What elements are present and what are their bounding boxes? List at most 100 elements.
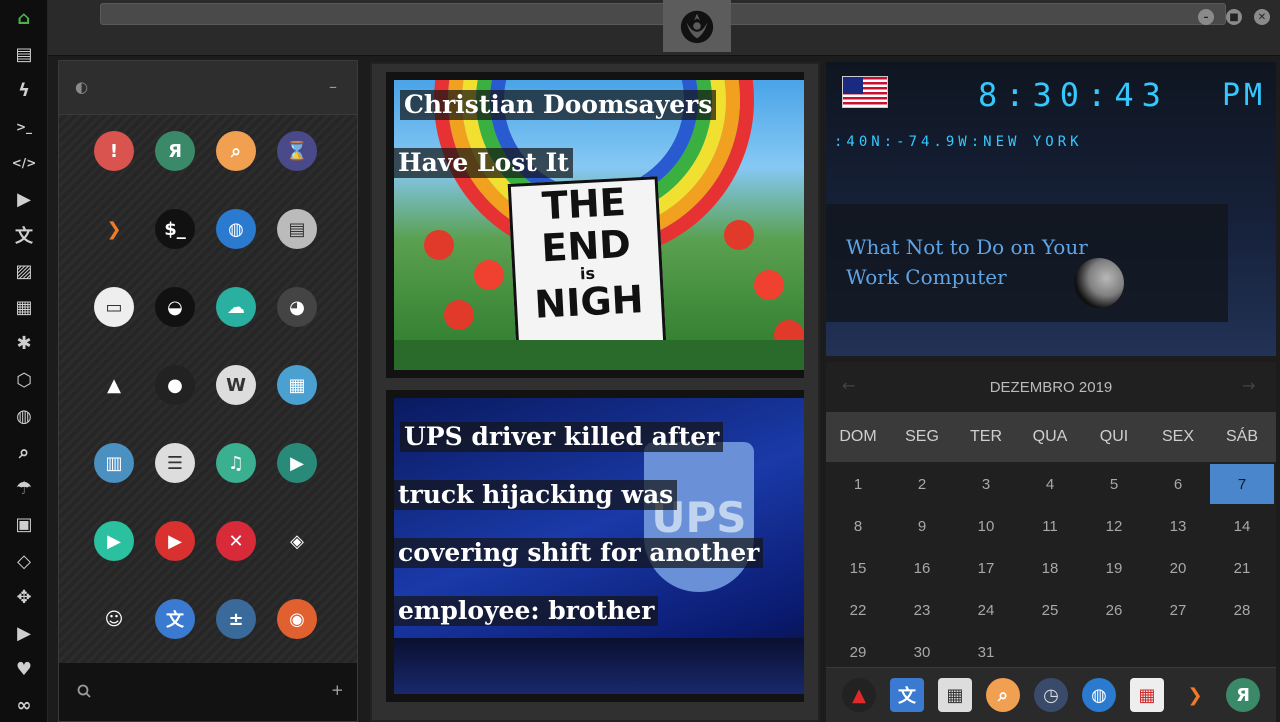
code-icon[interactable]: </>: [10, 149, 38, 177]
world-map-icon[interactable]: ▦: [277, 365, 317, 405]
contrast-toggle-icon[interactable]: ◐: [75, 78, 88, 96]
calendar-day[interactable]: 21: [1210, 548, 1274, 588]
calendar-day[interactable]: 15: [826, 548, 890, 588]
calendar-day[interactable]: 26: [1082, 590, 1146, 630]
hourglass-icon[interactable]: ⌛: [277, 131, 317, 171]
infinity-icon[interactable]: ∞: [10, 692, 38, 720]
news-card[interactable]: THE END is NIGH Christian Doomsayers Hav…: [386, 72, 804, 378]
calendar-day[interactable]: 30: [890, 632, 954, 672]
youtube-icon[interactable]: ▶: [10, 619, 38, 647]
shell-icon[interactable]: $_: [155, 209, 195, 249]
news-headline-line[interactable]: Have Lost It: [394, 148, 573, 178]
warning-icon[interactable]: !: [94, 131, 134, 171]
calendar-day[interactable]: 13: [1146, 506, 1210, 546]
hexagon-icon[interactable]: ⬡: [10, 366, 38, 394]
calendar-day[interactable]: 19: [1082, 548, 1146, 588]
calendar-day[interactable]: 20: [1146, 548, 1210, 588]
calendar-day[interactable]: 2: [890, 464, 954, 504]
globe-icon[interactable]: ◍: [216, 209, 256, 249]
youtube-app-icon[interactable]: ▶: [155, 521, 195, 561]
photo-icon[interactable]: ◉: [277, 599, 317, 639]
news-reader-icon[interactable]: ▦: [938, 678, 972, 712]
calendar-day[interactable]: 10: [954, 506, 1018, 546]
window-icon[interactable]: ▭: [94, 287, 134, 327]
translate-app-icon[interactable]: 文: [155, 599, 195, 639]
prompt-icon[interactable]: ❯: [94, 209, 134, 249]
star-trek-icon[interactable]: ▲: [94, 365, 134, 405]
home-icon[interactable]: ⌂: [10, 4, 38, 32]
tag-icon[interactable]: ◇: [10, 547, 38, 575]
music-icon[interactable]: ♫: [216, 443, 256, 483]
notebook-icon[interactable]: ☰: [155, 443, 195, 483]
news-headline-line[interactable]: employee: brother: [394, 596, 659, 626]
yandex-icon[interactable]: Я: [1226, 678, 1260, 712]
globe-icon[interactable]: ◍: [1082, 678, 1116, 712]
news-headline-line[interactable]: covering shift for another: [394, 538, 764, 568]
ubuntu-icon[interactable]: ◒: [155, 287, 195, 327]
library-icon[interactable]: ▥: [94, 443, 134, 483]
expand-icon[interactable]: ✥: [10, 583, 38, 611]
calendar-day[interactable]: 9: [890, 506, 954, 546]
launcher-minimize-button[interactable]: –: [329, 77, 337, 96]
bolt-icon[interactable]: ϟ: [10, 76, 38, 104]
cloud-lock-icon[interactable]: ☁: [216, 287, 256, 327]
calendar-day[interactable]: 6: [1146, 464, 1210, 504]
news-headline-line[interactable]: Christian Doomsayers: [400, 90, 717, 120]
calendar-day[interactable]: 16: [890, 548, 954, 588]
calendar-prev-button[interactable]: ←: [842, 376, 855, 395]
news-headline-line[interactable]: truck hijacking was: [394, 480, 678, 510]
calendar-next-button[interactable]: →: [1242, 376, 1255, 395]
prompt-icon[interactable]: ❯: [1178, 678, 1212, 712]
close-app-icon[interactable]: ✕: [216, 521, 256, 561]
minimize-window-button[interactable]: –: [1198, 9, 1214, 25]
contacts-icon[interactable]: ▣: [10, 511, 38, 539]
heart-icon[interactable]: ♥: [10, 656, 38, 684]
calendar-day[interactable]: 25: [1018, 590, 1082, 630]
wikipedia-icon[interactable]: W: [216, 365, 256, 405]
translate-icon[interactable]: 文: [890, 678, 924, 712]
calendar-day[interactable]: 17: [954, 548, 1018, 588]
maximize-window-button[interactable]: ■: [1226, 9, 1242, 25]
calendar-day[interactable]: 29: [826, 632, 890, 672]
globe-icon[interactable]: ◍: [10, 402, 38, 430]
calendar-day[interactable]: 3: [954, 464, 1018, 504]
magnifier-icon[interactable]: ⌕: [216, 131, 256, 171]
play-icon[interactable]: ▶: [10, 185, 38, 213]
yandex-icon[interactable]: Я: [155, 131, 195, 171]
calendar-icon[interactable]: ▦: [1130, 678, 1164, 712]
add-app-button[interactable]: +: [331, 681, 344, 699]
calendar-day[interactable]: 31: [954, 632, 1018, 672]
translate-icon[interactable]: 文: [10, 221, 38, 249]
search-icon[interactable]: ⌕: [986, 678, 1020, 712]
clock-icon[interactable]: ◷: [1034, 678, 1068, 712]
c3po-icon[interactable]: ☺: [94, 599, 134, 639]
calendar-day[interactable]: 5: [1082, 464, 1146, 504]
calendar-day[interactable]: 22: [826, 590, 890, 630]
news-headline-line[interactable]: UPS driver killed after: [400, 422, 724, 452]
calendar-day[interactable]: 4: [1018, 464, 1082, 504]
media-player-icon[interactable]: ▶: [94, 521, 134, 561]
calculator-icon[interactable]: ±: [216, 599, 256, 639]
close-window-button[interactable]: ✕: [1254, 9, 1270, 25]
calendar-day[interactable]: 28: [1210, 590, 1274, 630]
calendar-day[interactable]: 24: [954, 590, 1018, 630]
arch-icon[interactable]: ▲: [842, 678, 876, 712]
news-card[interactable]: UPS UPS driver killed after truck hijack…: [386, 390, 804, 702]
calendar-day[interactable]: 14: [1210, 506, 1274, 546]
search-icon[interactable]: ⌕: [10, 438, 38, 466]
search-icon[interactable]: [77, 683, 91, 702]
rebel-emblem-icon[interactable]: [663, 0, 731, 52]
umbrella-icon[interactable]: ☂: [10, 475, 38, 503]
calendar-day[interactable]: 18: [1018, 548, 1082, 588]
document-icon[interactable]: ▤: [10, 40, 38, 68]
calendar-day[interactable]: 1: [826, 464, 890, 504]
image-icon[interactable]: ▨: [10, 257, 38, 285]
iron-man-icon[interactable]: ◈: [277, 521, 317, 561]
article-card[interactable]: What Not to Do on Your Work Computer: [826, 204, 1228, 322]
terminal-icon[interactable]: >_: [10, 113, 38, 141]
video-icon[interactable]: ▶: [277, 443, 317, 483]
asterisk-icon[interactable]: ✱: [10, 330, 38, 358]
scanner-icon[interactable]: ▤: [277, 209, 317, 249]
calendar-day-selected[interactable]: 7: [1210, 464, 1274, 504]
news-icon[interactable]: ▦: [10, 294, 38, 322]
